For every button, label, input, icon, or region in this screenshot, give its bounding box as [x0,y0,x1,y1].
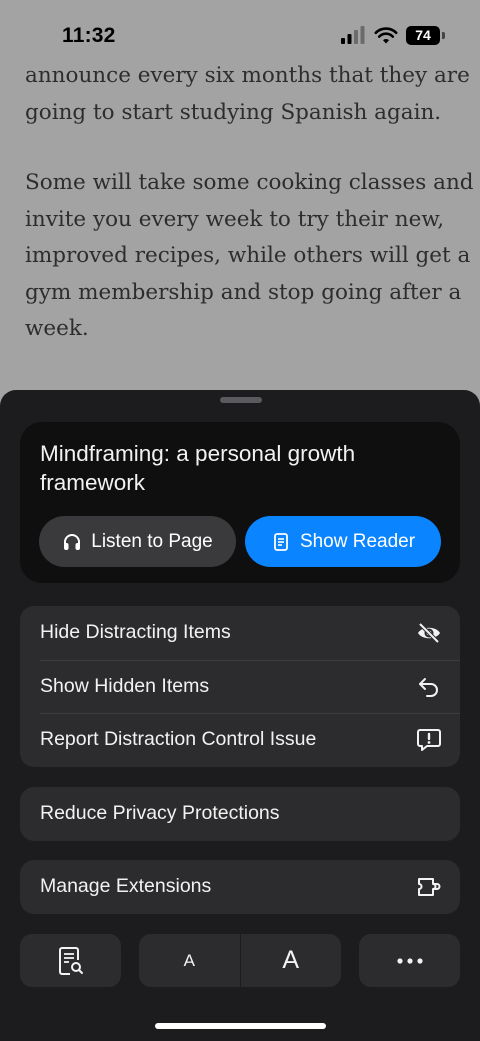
home-indicator[interactable] [155,1023,326,1029]
manage-extensions-row[interactable]: Manage Extensions [20,860,460,914]
large-a-label: A [282,946,300,974]
sheet-grabber[interactable] [220,397,262,403]
distraction-control-group: Hide Distracting Items Show Hidden Items… [20,606,460,767]
ellipsis-icon [396,957,423,964]
report-distraction-issue-row[interactable]: Report Distraction Control Issue [20,713,460,767]
manage-extensions-label: Manage Extensions [40,875,212,898]
article-paragraph: announce every six months that they are … [25,58,470,131]
battery-level: 74 [415,27,431,43]
privacy-group: Reduce Privacy Protections [20,787,460,841]
document-search-icon [58,946,83,975]
article-line: announce every six months that they are [25,63,470,88]
show-reader-label: Show Reader [299,530,416,552]
article-line: improved recipes, while others will get … [25,243,471,268]
puzzle-extension-icon [418,877,441,896]
hide-distracting-items-row[interactable]: Hide Distracting Items [20,606,460,660]
text-size-control: A A [139,934,341,987]
article-paragraph: Some will take some cooking classes and … [25,165,474,348]
increase-text-size-button[interactable]: A [241,934,342,987]
article-line: Some will take some cooking classes and [25,170,474,195]
show-reader-button[interactable]: Show Reader [245,516,441,567]
show-hidden-items-row[interactable]: Show Hidden Items [20,659,460,714]
listen-to-page-label: Listen to Page [91,530,213,552]
wifi-icon [374,27,398,44]
reduce-privacy-protections-row[interactable]: Reduce Privacy Protections [20,787,460,841]
page-title-card: Mindframing: a personal growth framework… [20,422,460,583]
article-line: week. [25,316,89,341]
undo-arrow-icon [419,678,438,698]
eye-slash-icon [418,622,440,644]
reduce-privacy-protections-label: Reduce Privacy Protections [40,802,280,825]
document-icon [274,532,288,551]
extensions-group: Manage Extensions [20,860,460,914]
hide-distracting-items-label: Hide Distracting Items [40,621,231,644]
small-a-label: A [183,950,195,970]
battery-indicator: 74 [406,25,445,45]
report-bubble-icon [417,728,441,751]
page-reader-button[interactable] [20,934,121,987]
article-line: invite you every week to try their new, [25,206,445,232]
headphones-icon [64,533,81,550]
clock: 11:32 [62,24,116,47]
page-menu-sheet: Mindframing: a personal growth framework… [0,390,480,1041]
more-options-button[interactable] [359,934,460,987]
status-icons: 74 [340,25,445,45]
page-title: Mindframing: a personal growth framework [40,441,356,495]
show-hidden-items-label: Show Hidden Items [40,674,210,697]
listen-to-page-button[interactable]: Listen to Page [39,516,236,567]
article-content: announce every six months that they are … [25,58,474,382]
decrease-text-size-button[interactable]: A [139,934,240,987]
cellular-signal-icon [341,26,365,44]
article-line: going to start studying Spanish again. [25,99,442,125]
article-line: gym membership and stop going after a [25,279,462,305]
report-distraction-issue-label: Report Distraction Control Issue [40,728,317,751]
